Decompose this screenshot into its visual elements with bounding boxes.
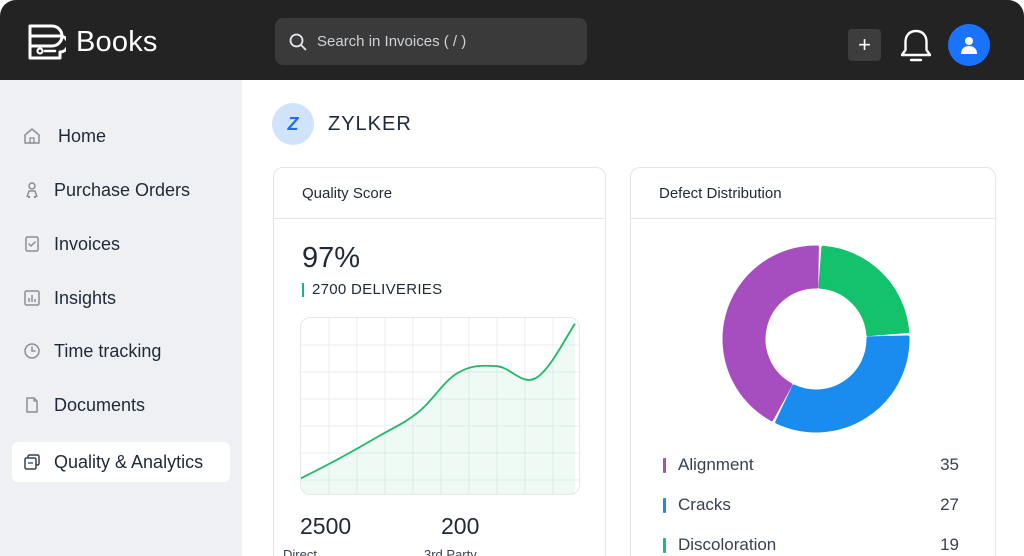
quality-area-fill xyxy=(301,323,575,494)
card-title: Quality Score xyxy=(302,184,393,202)
sidebar-item-label: Home xyxy=(58,125,107,146)
org-logo: Z xyxy=(272,103,314,145)
quality-score-card: Quality Score 97% 2700 DELIVERIES 2500 D… xyxy=(273,167,606,556)
legend-value: 35 xyxy=(940,455,959,474)
sidebar-item-time-tracking[interactable]: Time tracking xyxy=(12,331,230,371)
legend-swatch xyxy=(663,457,666,473)
user-avatar[interactable] xyxy=(948,24,990,66)
legend-label: Discoloration xyxy=(678,535,777,554)
direct-label: Direct xyxy=(283,547,317,556)
legend-value: 27 xyxy=(940,495,959,514)
quality-analytics-icon xyxy=(22,452,42,472)
donut-slice-discoloration[interactable] xyxy=(818,245,910,337)
books-logo-icon xyxy=(28,24,66,60)
sidebar-item-label: Purchase Orders xyxy=(54,179,191,200)
card-header: Quality Score xyxy=(274,168,605,219)
app-name: Books xyxy=(76,25,158,58)
org-name: ZYLKER xyxy=(328,112,412,135)
organization-header[interactable]: Z ZYLKER xyxy=(272,103,412,145)
deliveries-count: 2700 DELIVERIES xyxy=(302,281,442,298)
sidebar-item-invoices[interactable]: Invoices xyxy=(12,224,230,264)
legend-swatch xyxy=(663,497,666,513)
sidebar-item-documents[interactable]: Documents xyxy=(12,385,230,425)
search-icon xyxy=(289,33,307,50)
legend-item-cracks: Cracks 27 xyxy=(663,495,959,515)
add-button[interactable]: + xyxy=(848,29,881,61)
quality-trend-chart xyxy=(300,317,580,495)
defect-distribution-card: Defect Distribution Alignment 35 Cracks … xyxy=(630,167,996,556)
deliveries-marker xyxy=(302,282,304,297)
sidebar-item-label: Documents xyxy=(54,394,146,415)
sidebar-item-home[interactable]: Home xyxy=(12,116,230,156)
sidebar-item-quality-analytics[interactable]: Quality & Analytics xyxy=(12,442,230,482)
sidebar-item-label: Time tracking xyxy=(54,340,162,361)
insights-icon xyxy=(22,288,42,308)
sidebar: Home Purchase Orders Invoices Insights T… xyxy=(0,80,242,556)
search-bar[interactable] xyxy=(275,18,587,65)
third-party-value: 200 xyxy=(441,513,480,539)
legend-item-discoloration: Discoloration 19 xyxy=(663,535,959,555)
deliveries-label: 2700 DELIVERIES xyxy=(312,281,443,298)
org-initial: Z xyxy=(287,113,299,134)
sidebar-item-label: Insights xyxy=(54,287,117,308)
document-icon xyxy=(22,395,42,415)
defect-donut-chart xyxy=(722,245,910,433)
invoices-icon xyxy=(22,234,42,254)
legend-value: 19 xyxy=(940,535,959,554)
user-icon xyxy=(961,37,977,54)
direct-value: 2500 xyxy=(300,513,352,539)
app-window: Books + Ho xyxy=(0,0,1024,556)
third-party-label: 3rd Party xyxy=(424,547,477,556)
purchase-orders-icon xyxy=(22,180,42,200)
sidebar-item-label: Quality & Analytics xyxy=(54,451,204,472)
search-input[interactable] xyxy=(317,33,577,50)
sidebar-item-insights[interactable]: Insights xyxy=(12,278,230,318)
legend-item-alignment: Alignment 35 xyxy=(663,455,959,475)
bell-icon xyxy=(900,29,932,62)
notifications-button[interactable] xyxy=(899,28,933,69)
sidebar-item-purchase-orders[interactable]: Purchase Orders xyxy=(12,170,230,210)
quality-score-value: 97% xyxy=(302,242,361,274)
legend-label: Cracks xyxy=(678,495,731,514)
top-bar: Books + xyxy=(0,0,1024,80)
books-logo[interactable]: Books xyxy=(26,22,158,62)
card-header: Defect Distribution xyxy=(631,168,995,219)
legend-label: Alignment xyxy=(678,455,754,474)
sidebar-item-label: Invoices xyxy=(54,233,121,254)
clock-icon xyxy=(22,341,42,361)
home-icon xyxy=(22,126,42,146)
legend-swatch xyxy=(663,537,666,553)
donut-slice-cracks[interactable] xyxy=(775,335,910,433)
quality-trend-svg xyxy=(301,318,579,494)
card-title: Defect Distribution xyxy=(659,184,782,202)
